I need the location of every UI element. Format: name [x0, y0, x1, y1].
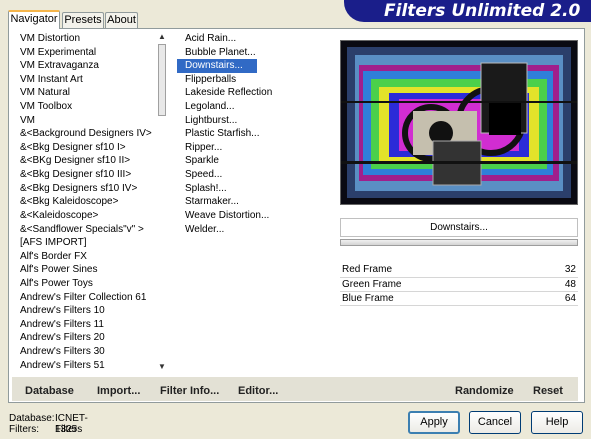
filter-item[interactable]: Ripper... — [177, 141, 337, 155]
filter-item[interactable]: Speed... — [177, 168, 337, 182]
reset-button[interactable]: Reset — [533, 385, 563, 397]
database-info: Database: ICNET-Filters — [9, 413, 88, 435]
category-item[interactable]: Alf's Border FX — [12, 250, 170, 264]
filter-item[interactable]: Weave Distortion... — [177, 209, 337, 223]
filter-item[interactable]: Welder... — [177, 223, 337, 237]
param-value: 48 — [564, 279, 576, 290]
category-item[interactable]: Andrew's Filters 10 — [12, 304, 170, 318]
filter-progress-bar — [340, 239, 578, 246]
category-item[interactable]: Andrew's Filters 30 — [12, 345, 170, 359]
filter-item[interactable]: Bubble Planet... — [177, 46, 337, 60]
category-item[interactable]: &<Sandflower Specials"v" > — [12, 223, 170, 237]
category-item[interactable]: Andrew's Filter Collection 61 — [12, 291, 170, 305]
category-item[interactable]: &<Kaleidoscope> — [12, 209, 170, 223]
category-item[interactable]: VM Extravaganza — [12, 59, 170, 73]
filter-item[interactable]: Flipperballs — [177, 73, 337, 87]
filter-item[interactable]: Downstairs... — [177, 59, 257, 73]
category-item[interactable]: VM Instant Art — [12, 73, 170, 87]
category-item[interactable]: Alf's Power Sines — [12, 263, 170, 277]
scroll-up-arrow-icon[interactable]: ▲ — [157, 32, 167, 42]
category-item[interactable]: &<Bkg Kaleidoscope> — [12, 195, 170, 209]
param-value: 64 — [564, 293, 576, 304]
database-info-label: Database: — [9, 413, 55, 424]
param-divider — [340, 305, 578, 306]
category-item[interactable]: VM — [12, 114, 170, 128]
filter-item[interactable]: Starmaker... — [177, 195, 337, 209]
filters-info-label: Filters: — [9, 424, 39, 435]
filter-item[interactable]: Sparkle — [177, 154, 337, 168]
param-blue-frame[interactable]: Blue Frame 64 — [340, 292, 578, 306]
param-red-frame[interactable]: Red Frame 32 — [340, 263, 578, 277]
scroll-down-arrow-icon[interactable]: ▼ — [157, 362, 167, 372]
category-item[interactable]: VM Experimental — [12, 46, 170, 60]
category-item[interactable]: VM Distortion — [12, 32, 170, 46]
apply-button[interactable]: Apply — [408, 411, 460, 434]
scroll-thumb[interactable] — [158, 44, 166, 116]
category-item[interactable]: &<Bkg Designer sf10 I> — [12, 141, 170, 155]
filter-item[interactable]: Acid Rain... — [177, 32, 337, 46]
filter-item[interactable]: Legoland... — [177, 100, 337, 114]
category-item[interactable]: VM Toolbox — [12, 100, 170, 114]
category-item[interactable]: [AFS IMPORT] — [12, 236, 170, 250]
filter-item[interactable]: Splash!... — [177, 182, 337, 196]
category-item[interactable]: Alf's Power Toys — [12, 277, 170, 291]
category-item[interactable]: VM Natural — [12, 86, 170, 100]
filter-item[interactable]: Lakeside Reflection — [177, 86, 337, 100]
randomize-button[interactable]: Randomize — [455, 385, 514, 397]
banner-title: Filters Unlimited 2.0 — [344, 0, 591, 22]
editor-button[interactable]: Editor... — [238, 385, 278, 397]
tab-navigator[interactable]: Navigator — [8, 10, 60, 29]
filters-info-value: 1325 — [55, 424, 78, 435]
tab-about[interactable]: About — [105, 12, 138, 28]
filter-item[interactable]: Lightburst... — [177, 114, 337, 128]
param-value: 32 — [564, 264, 576, 275]
category-list[interactable]: VM Distortion VM Experimental VM Extravaga… — [12, 32, 170, 372]
category-item[interactable]: Andrew's Filters 11 — [12, 318, 170, 332]
tab-presets[interactable]: Presets — [62, 12, 104, 28]
category-item[interactable]: &<BKg Designer sf10 II> — [12, 154, 170, 168]
help-button[interactable]: Help — [531, 411, 583, 434]
param-label: Green Frame — [342, 279, 402, 290]
import-button[interactable]: Import... — [97, 385, 140, 397]
category-item[interactable]: Andrew's Filters 51 — [12, 359, 170, 373]
filter-list[interactable]: Acid Rain... Bubble Planet... Downstairs..… — [177, 32, 337, 242]
category-scrollbar[interactable]: ▲ ▼ — [157, 32, 167, 372]
preview-image — [340, 40, 578, 205]
database-label: Database — [25, 385, 74, 397]
param-label: Blue Frame — [342, 293, 394, 304]
param-label: Red Frame — [342, 264, 393, 275]
category-item[interactable]: &<Bkg Designer sf10 III> — [12, 168, 170, 182]
category-item[interactable]: Andrew's Filters 20 — [12, 331, 170, 345]
category-item[interactable]: &<Background Designers IV> — [12, 127, 170, 141]
cancel-button[interactable]: Cancel — [469, 411, 521, 434]
filter-info-button[interactable]: Filter Info... — [160, 385, 219, 397]
database-button[interactable]: Database — [25, 385, 74, 397]
filters-info: Filters: 1325 — [9, 424, 77, 435]
param-green-frame[interactable]: Green Frame 48 — [340, 278, 578, 292]
filter-item[interactable]: Plastic Starfish... — [177, 127, 337, 141]
filter-name-display: Downstairs... — [340, 218, 578, 237]
category-item[interactable]: &<Bkg Designers sf10 IV> — [12, 182, 170, 196]
